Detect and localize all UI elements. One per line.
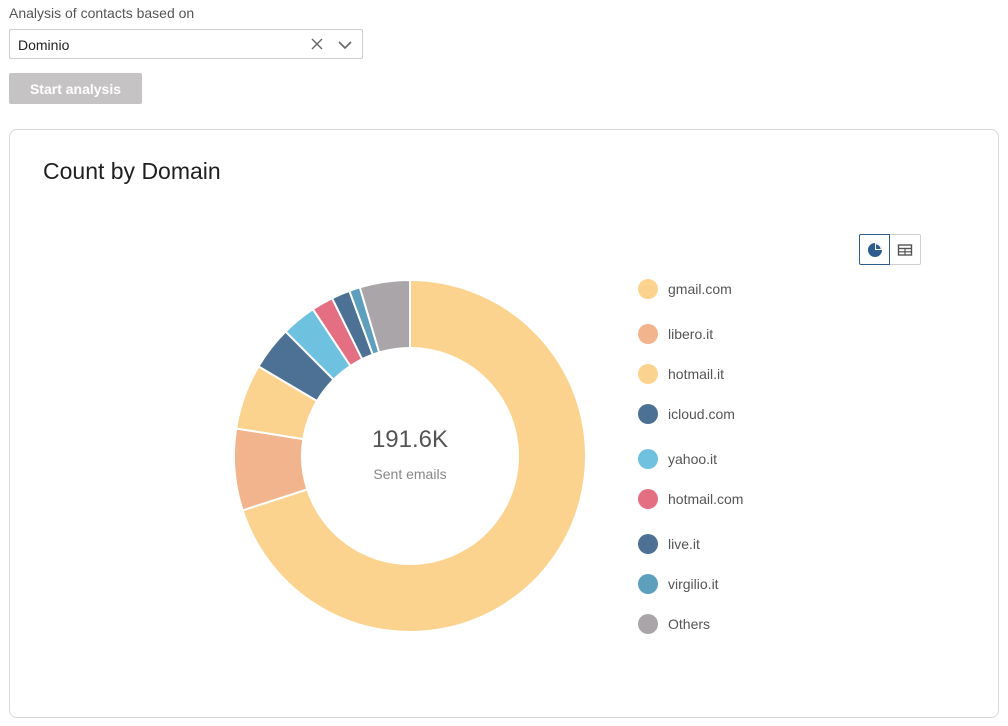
legend-swatch — [638, 324, 658, 344]
legend-item-libero-it[interactable]: libero.it — [638, 323, 713, 345]
legend-item-gmail-com[interactable]: gmail.com — [638, 278, 732, 300]
donut-center-value: 191.6K — [371, 426, 449, 453]
legend-item-others[interactable]: Others — [638, 613, 710, 635]
analysis-label: Analysis of contacts based on — [9, 5, 195, 21]
legend-swatch — [638, 534, 658, 554]
legend-label: Others — [668, 616, 711, 632]
domain-select[interactable]: Dominio — [9, 29, 363, 59]
legend-label: live.it — [668, 536, 700, 552]
legend-swatch — [638, 404, 658, 424]
legend-label: yahoo.it — [668, 451, 718, 467]
legend-item-yahoo-it[interactable]: yahoo.it — [638, 448, 717, 470]
chevron-down-icon[interactable] — [338, 38, 352, 52]
start-analysis-button[interactable]: Start analysis — [9, 73, 142, 104]
legend-swatch — [638, 449, 658, 469]
donut-center-label: Sent emails — [373, 466, 447, 482]
select-value: Dominio — [18, 37, 70, 53]
legend-item-hotmail-it[interactable]: hotmail.it — [638, 363, 724, 385]
legend-swatch — [638, 574, 658, 594]
legend-label: icloud.com — [668, 406, 735, 422]
donut-chart — [233, 278, 587, 633]
legend-label: gmail.com — [668, 281, 732, 297]
legend-item-icloud-com[interactable]: icloud.com — [638, 403, 735, 425]
legend-label: hotmail.it — [668, 366, 725, 382]
legend-label: hotmail.com — [668, 491, 744, 507]
legend-swatch — [638, 364, 658, 384]
legend-swatch — [638, 279, 658, 299]
legend-item-live-it[interactable]: live.it — [638, 533, 700, 555]
legend-label: libero.it — [668, 326, 714, 342]
legend-swatch — [638, 489, 658, 509]
legend-label: virgilio.it — [668, 576, 719, 592]
close-icon[interactable] — [310, 37, 324, 51]
chart-card: Count by Domain 191.6K Sent emails gmail… — [9, 129, 999, 718]
legend-item-virgilio-it[interactable]: virgilio.it — [638, 573, 719, 595]
legend-item-hotmail-com[interactable]: hotmail.com — [638, 488, 743, 510]
legend-swatch — [638, 614, 658, 634]
